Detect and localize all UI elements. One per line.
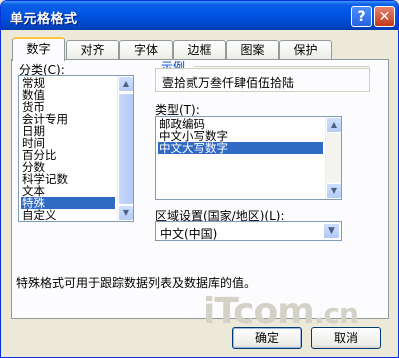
tab-label: 数字 [26,42,51,56]
sample-box: 壹拾贰万叁仟肆佰伍拾陆 [155,68,370,92]
tab-alignment[interactable]: 对齐 [66,40,119,60]
tab-protection[interactable]: 保护 [279,40,332,60]
ok-button[interactable]: 确定 [232,327,302,349]
list-item-selected[interactable]: 中文大写数字 [158,142,323,154]
help-icon: ? [357,8,366,25]
format-cells-dialog: 单元格格式 ? ✕ 数字 对齐 字体 边框 图案 保护 分类(C): 常规 数值 [0,0,399,358]
tab-label: 图案 [240,43,265,57]
chevron-down-icon[interactable]: ▼ [323,223,340,239]
scroll-down-icon[interactable]: ▼ [326,183,341,199]
title-bar[interactable]: 单元格格式 ? ✕ [1,1,398,30]
cancel-label: 取消 [333,331,358,345]
tab-strip: 数字 对齐 字体 边框 图案 保护 [12,37,392,61]
tab-number[interactable]: 数字 [12,37,65,61]
tab-patterns[interactable]: 图案 [226,40,279,60]
scroll-thumb[interactable] [118,93,133,205]
scroll-up-icon[interactable]: ▲ [118,76,133,92]
watermark-text: iTcom [203,291,315,332]
sample-value: 壹拾贰万叁仟肆佰伍拾陆 [162,76,295,90]
ok-label: 确定 [254,331,279,345]
watermark-suffix: .cn [313,297,359,330]
tab-font[interactable]: 字体 [119,40,173,60]
cancel-button[interactable]: 取消 [311,327,381,349]
category-scrollbar[interactable]: ▲ ▼ [117,76,133,221]
description-text: 特殊格式可用于跟踪数据列表及数据库的值。 [16,276,257,290]
tab-label: 保护 [293,43,318,57]
tab-border[interactable]: 边框 [173,40,226,60]
tab-label: 边框 [187,43,212,57]
list-item[interactable]: 自定义 [21,209,115,221]
scroll-up-icon[interactable]: ▲ [326,117,341,133]
category-list[interactable]: 常规 数值 货币 会计专用 日期 时间 百分比 分数 科学记数 文本 特殊 自定… [18,75,134,222]
site-watermark: iTcom.cn [203,291,359,332]
locale-value: 中文(中国) [160,227,218,241]
scroll-down-icon[interactable]: ▼ [118,205,133,221]
type-scrollbar[interactable]: ▲ ▼ [325,117,341,199]
help-button[interactable]: ? [351,6,372,27]
locale-select[interactable]: 中文(中国) ▼ [155,221,342,241]
close-icon: ✕ [378,8,391,25]
type-list[interactable]: 邮政编码 中文小写数字 中文大写数字 ▲ ▼ [155,116,342,200]
close-button[interactable]: ✕ [374,6,395,27]
sample-divider [194,66,370,67]
tab-label: 对齐 [80,43,105,57]
tab-label: 字体 [133,43,158,57]
dialog-title: 单元格格式 [10,12,78,27]
